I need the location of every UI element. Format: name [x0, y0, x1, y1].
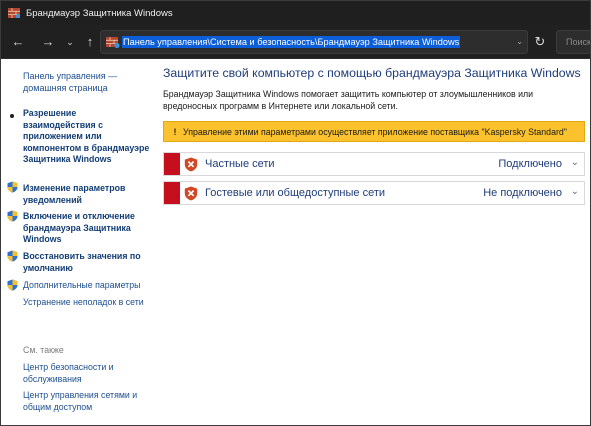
up-icon[interactable]: ↑	[79, 25, 101, 59]
firewall-brick-icon	[8, 8, 20, 18]
network-name: Гостевые или общедоступные сети	[205, 187, 386, 199]
firewall-window: Брандмауэр Защитника Windows ← → ⌄ ↑ Пан…	[0, 0, 591, 426]
banner-text: Управление этими параметрами осуществляе…	[183, 126, 567, 137]
uac-shield-icon	[7, 181, 18, 193]
warning-icon: !	[173, 126, 177, 137]
network-status: Не подключено	[483, 187, 562, 199]
page-description: Брандмауэр Защитника Windows помогает за…	[163, 89, 534, 111]
uac-shield-icon	[7, 250, 18, 262]
sidebar-item-allow-app[interactable]: Разрешение взаимодействия с приложением …	[23, 108, 151, 166]
see-also-security-center-link[interactable]: Центр безопасности и обслуживания	[23, 362, 151, 385]
managed-by-provider-banner: ! Управление этими параметрами осуществл…	[163, 121, 585, 142]
uac-shield-icon	[7, 279, 18, 291]
navigation-bar: ← → ⌄ ↑ Панель управления\Система и безо…	[1, 25, 590, 59]
private-networks-row[interactable]: Частные сети Подключено ⌄	[163, 152, 585, 176]
uac-shield-icon	[7, 210, 18, 222]
firewall-brick-icon	[106, 36, 120, 48]
window-title: Брандмауэр Защитника Windows	[26, 7, 173, 19]
bullet-marker	[10, 114, 14, 118]
network-name: Частные сети	[205, 158, 275, 170]
page-title: Защитите свой компьютер с помощью брандм…	[163, 66, 581, 80]
main-content: Защитите свой компьютер с помощью брандм…	[154, 60, 590, 425]
sidebar-item-toggle-firewall[interactable]: Включение и отключение брандмауэра Защит…	[23, 211, 151, 246]
sidebar-item-troubleshoot[interactable]: Устранение неполадок в сети	[23, 297, 151, 309]
sidebar-item-notifications[interactable]: Изменение параметров уведомлений	[23, 183, 151, 206]
address-bar[interactable]: Панель управления\Система и безопасность…	[100, 30, 528, 54]
shield-x-icon	[184, 186, 198, 201]
chevron-down-icon[interactable]: ⌄	[571, 186, 579, 197]
back-icon[interactable]: ←	[7, 25, 29, 59]
chevron-down-icon[interactable]: ⌄	[571, 157, 579, 168]
title-bar: Брандмауэр Защитника Windows	[1, 1, 590, 25]
address-dropdown-icon[interactable]: ⌄	[516, 31, 523, 53]
refresh-icon[interactable]: ↻	[531, 30, 549, 54]
recent-locations-icon[interactable]: ⌄	[62, 25, 78, 59]
public-networks-row[interactable]: Гостевые или общедоступные сети Не подкл…	[163, 181, 585, 205]
search-input[interactable]: Поиск	[556, 30, 590, 54]
sidebar-item-restore-defaults[interactable]: Восстановить значения по умолчанию	[23, 251, 151, 274]
see-also-network-center-link[interactable]: Центр управления сетями и общим доступом	[23, 390, 151, 413]
network-status: Подключено	[498, 158, 562, 170]
sidebar-item-advanced-settings[interactable]: Дополнительные параметры	[23, 280, 151, 292]
address-path[interactable]: Панель управления\Система и безопасность…	[122, 36, 461, 48]
status-marker	[164, 182, 180, 204]
status-marker	[164, 153, 180, 175]
control-panel-home-link[interactable]: Панель управления — домашняя страница	[23, 70, 148, 94]
shield-x-icon	[184, 157, 198, 172]
forward-icon[interactable]: →	[37, 25, 59, 59]
left-pane: Панель управления — домашняя страница Ра…	[1, 60, 153, 425]
see-also-heading: См. также	[23, 345, 64, 355]
